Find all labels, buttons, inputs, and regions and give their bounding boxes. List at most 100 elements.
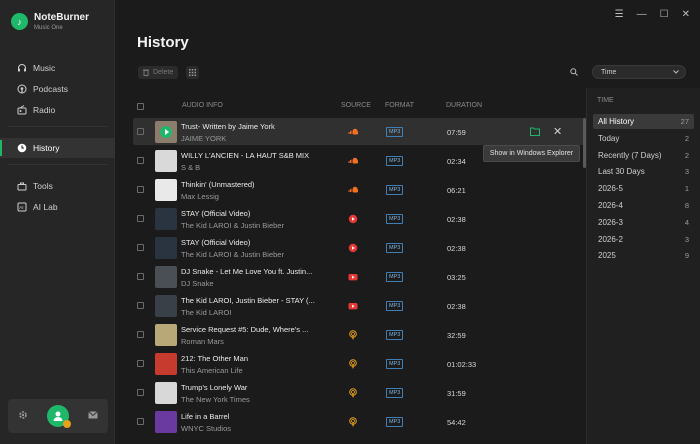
duration: 03:25 xyxy=(447,273,466,282)
window-controls: ☰ — ☐ ✕ xyxy=(615,9,690,20)
row-checkbox[interactable] xyxy=(137,157,144,164)
track-title: Thinkin' (Unmastered) xyxy=(181,180,255,189)
row-checkbox[interactable] xyxy=(137,302,144,309)
duration: 32:59 xyxy=(447,331,466,340)
filter-item[interactable]: All History 27 xyxy=(593,114,694,129)
settings-icon[interactable] xyxy=(18,410,28,422)
table-row[interactable]: DJ Snake - Let Me Love You ft. Justin...… xyxy=(133,263,584,290)
podcast-source-icon xyxy=(348,388,358,398)
track-title: STAY (Official Video) xyxy=(181,209,251,218)
track-title: Service Request #5: Dude, Where's ... xyxy=(181,325,309,334)
brand: ♪ NoteBurner Music One xyxy=(11,12,89,31)
maximize-icon[interactable]: ☐ xyxy=(660,9,669,20)
col-source: SOURCE xyxy=(341,102,371,109)
duration: 31:59 xyxy=(447,389,466,398)
format-badge: MP3 xyxy=(386,330,404,340)
select-all-checkbox[interactable] xyxy=(137,103,144,110)
cover-thumbnail xyxy=(155,324,177,346)
duration: 02:38 xyxy=(447,244,466,253)
row-checkbox[interactable] xyxy=(137,418,144,425)
sort-select[interactable]: Time xyxy=(592,65,686,79)
nav-item-tools[interactable]: Tools xyxy=(0,176,115,196)
delete-label: Delete xyxy=(153,69,174,76)
track-title: Trust- Written by Jaime York xyxy=(181,122,275,131)
play-icon[interactable] xyxy=(160,126,172,138)
mail-icon[interactable] xyxy=(88,411,99,421)
table-row[interactable]: STAY (Official Video) The Kid LAROI & Jus… xyxy=(133,234,584,261)
row-checkbox[interactable] xyxy=(137,331,144,338)
table-header: AUDIO INFO SOURCE FORMAT DURATION xyxy=(137,100,589,112)
track-artist: The Kid LAROI & Justin Bieber xyxy=(181,250,284,259)
row-checkbox[interactable] xyxy=(137,273,144,280)
nav-item-history[interactable]: History xyxy=(0,138,115,158)
cover-thumbnail xyxy=(155,179,177,201)
filter-count: 1 xyxy=(684,184,689,194)
filter-item[interactable]: 2026-5 1 xyxy=(593,181,694,196)
filter-item[interactable]: Recently (7 Days) 2 xyxy=(593,148,694,163)
filter-count: 4 xyxy=(684,217,689,227)
filter-count: 27 xyxy=(680,117,689,126)
row-checkbox[interactable] xyxy=(137,128,144,135)
youtube-music-icon xyxy=(348,243,358,253)
table-row[interactable]: 212: The Other Man This American Life MP3 0… xyxy=(133,350,584,377)
folder-icon[interactable] xyxy=(530,127,540,138)
filter-item[interactable]: Last 30 Days 3 xyxy=(593,164,694,179)
remove-row-icon[interactable]: ✕ xyxy=(553,125,562,138)
filter-item[interactable]: 2026-4 8 xyxy=(593,198,694,213)
delete-button[interactable]: Delete xyxy=(138,66,179,79)
headphones-icon xyxy=(16,63,27,74)
filter-item[interactable]: 2026-3 4 xyxy=(593,215,694,230)
filter-label: 2026-4 xyxy=(598,201,623,210)
cover-thumbnail xyxy=(155,237,177,259)
minimize-icon[interactable]: — xyxy=(637,9,647,20)
nav-item-podcasts[interactable]: Podcasts xyxy=(0,79,115,99)
table-row[interactable]: Service Request #5: Dude, Where's ... Rom… xyxy=(133,321,584,348)
row-checkbox[interactable] xyxy=(137,389,144,396)
filter-label: 2026-2 xyxy=(598,234,623,244)
track-artist: Roman Mars xyxy=(181,337,224,346)
filter-label: Recently (7 Days) xyxy=(598,150,662,160)
table-row[interactable]: The Kid LAROI, Justin Bieber - STAY (...… xyxy=(133,292,584,319)
track-title: STAY (Official Video) xyxy=(181,238,251,247)
format-badge: MP3 xyxy=(386,359,404,369)
cover-thumbnail xyxy=(155,121,177,143)
filter-label: 2025 xyxy=(598,251,616,261)
grid-view-button[interactable] xyxy=(186,66,199,79)
radio-icon xyxy=(16,105,27,116)
close-window-icon[interactable]: ✕ xyxy=(682,9,690,20)
filter-item[interactable]: Today 2 xyxy=(593,131,694,146)
avatar[interactable] xyxy=(46,405,71,428)
nav-item-ai-lab[interactable]: AI AI Lab xyxy=(0,197,115,217)
clock-icon xyxy=(16,143,27,154)
search-icon[interactable] xyxy=(568,66,580,78)
app-logo: ♪ xyxy=(11,13,28,30)
row-checkbox[interactable] xyxy=(137,186,144,193)
history-list: Trust- Written by Jaime York JAIME YORK MP… xyxy=(133,118,589,444)
duration: 54:42 xyxy=(447,418,466,427)
youtube-icon xyxy=(348,301,358,311)
nav-label: AI Lab xyxy=(33,202,58,212)
table-row[interactable]: Trust- Written by Jaime York JAIME YORK MP… xyxy=(133,118,584,145)
row-checkbox[interactable] xyxy=(137,360,144,367)
col-format: FORMAT xyxy=(385,102,415,109)
table-row[interactable]: Life in a Barrel WNYC Studios MP3 54:42 xyxy=(133,408,584,435)
table-row[interactable]: STAY (Official Video) The Kid LAROI & Jus… xyxy=(133,205,584,232)
nav-item-music[interactable]: Music xyxy=(0,58,115,78)
youtube-music-icon xyxy=(348,214,358,224)
nav-label: History xyxy=(33,143,60,153)
table-row[interactable]: Thinkin' (Unmastered) Max Lessig MP3 06:21 xyxy=(133,176,584,203)
nav-item-radio[interactable]: Radio xyxy=(0,100,115,120)
ai-icon: AI xyxy=(16,202,27,213)
row-checkbox[interactable] xyxy=(137,244,144,251)
chevron-down-icon xyxy=(673,70,679,74)
toolbox-icon xyxy=(16,181,27,192)
duration: 02:38 xyxy=(447,302,466,311)
row-checkbox[interactable] xyxy=(137,215,144,222)
soundcloud-icon xyxy=(348,185,359,195)
menu-icon[interactable]: ☰ xyxy=(615,9,624,20)
filter-item[interactable]: 2026-2 3 xyxy=(593,232,694,247)
cover-thumbnail xyxy=(155,411,177,433)
table-row[interactable]: Trump’s Lonely War The New York Times MP3 3… xyxy=(133,379,584,406)
filter-item[interactable]: 2025 9 xyxy=(593,248,694,263)
track-title: DJ Snake - Let Me Love You ft. Justin... xyxy=(181,267,313,276)
